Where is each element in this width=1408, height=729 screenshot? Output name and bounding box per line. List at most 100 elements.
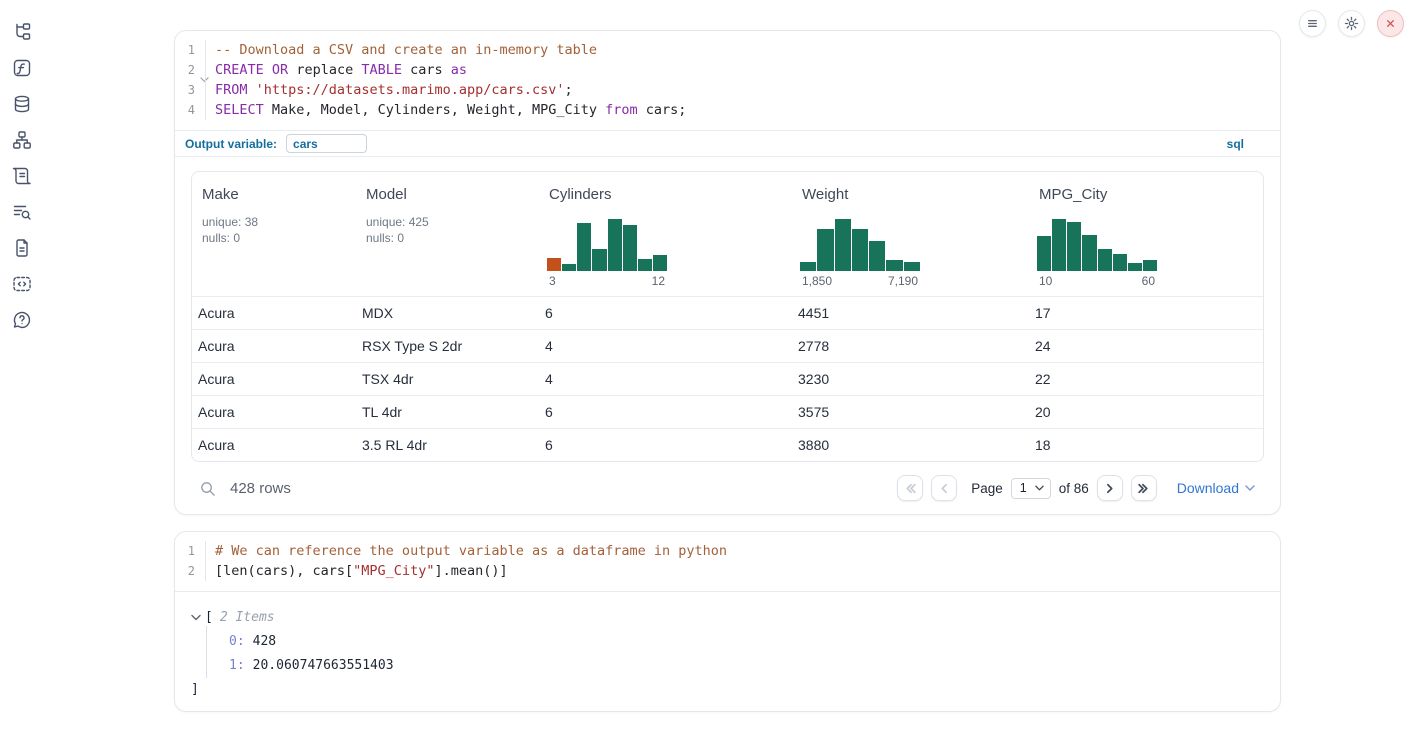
sql-code-editor[interactable]: 1-- Download a CSV and create an in-memo… <box>175 31 1280 131</box>
column-header-weight[interactable]: Weight1,8507,190 <box>792 172 1029 296</box>
histogram-bar <box>1113 254 1127 271</box>
column-histogram-cylinders[interactable]: 312 <box>547 219 667 288</box>
table-cell: 20 <box>1029 404 1264 420</box>
tree-open-bracket: [ <box>205 610 213 625</box>
histogram-bar <box>608 219 622 271</box>
histogram-bar <box>653 255 667 271</box>
sidebar-scroll-button[interactable] <box>12 166 32 186</box>
download-button[interactable]: Download <box>1177 480 1255 496</box>
code-text: [len(cars), cars["MPG_City"].mean()] <box>206 561 508 581</box>
histogram-bar <box>638 259 652 271</box>
table-row[interactable]: Acura3.5 RL 4dr6388018 <box>192 428 1263 461</box>
table-cell: Acura <box>192 437 356 453</box>
tree-entry-key: 0: <box>229 634 245 649</box>
language-badge: sql <box>1227 137 1244 151</box>
menu-button[interactable] <box>1299 10 1326 37</box>
sidebar-document-button[interactable] <box>12 238 32 258</box>
sidebar-database-button[interactable] <box>12 94 32 114</box>
histogram-bar <box>547 258 561 271</box>
document-icon <box>12 238 32 258</box>
histogram-bar <box>562 264 576 271</box>
tree-item-count: 2 Items <box>220 610 275 625</box>
code-snippet-icon <box>12 274 32 294</box>
histogram-bar <box>904 262 920 271</box>
hist-min-label: 3 <box>549 274 556 288</box>
column-header-model[interactable]: Modelunique: 425nulls: 0 <box>356 172 539 296</box>
table-cell: RSX Type S 2dr <box>356 338 539 354</box>
line-number: 4 <box>175 100 206 120</box>
table-header: Makeunique: 38nulls: 0Modelunique: 425nu… <box>192 172 1263 296</box>
column-header-mpg_city[interactable]: MPG_City1060 <box>1029 172 1264 296</box>
marimo-app: 1 -- Download a CSV and create an in-memo… <box>0 0 1408 729</box>
table-cell: 18 <box>1029 437 1264 453</box>
page-select[interactable]: 1 <box>1011 478 1051 499</box>
column-header-cylinders[interactable]: Cylinders312 <box>539 172 792 296</box>
output-variable-label: Output variable: <box>185 137 277 151</box>
histogram-bar <box>1067 222 1081 271</box>
column-title: Model <box>366 186 539 203</box>
chevron-down-icon <box>1035 485 1044 491</box>
next-page-button[interactable] <box>1097 475 1123 501</box>
column-title: Make <box>202 186 356 203</box>
table-cell: 3.5 RL 4dr <box>356 437 539 453</box>
table-cell: MDX <box>356 305 539 321</box>
column-header-make[interactable]: Makeunique: 38nulls: 0 <box>192 172 356 296</box>
gear-button[interactable] <box>1338 10 1365 37</box>
table-cell: 22 <box>1029 371 1264 387</box>
table-row[interactable]: AcuraTSX 4dr4323022 <box>192 362 1263 395</box>
table-cell: TL 4dr <box>356 404 539 420</box>
shutdown-icon <box>1382 15 1399 32</box>
shutdown-button[interactable] <box>1377 10 1404 37</box>
histogram-bar <box>852 229 868 271</box>
histogram-bar <box>1082 235 1096 271</box>
output-variable-input[interactable] <box>286 134 367 153</box>
column-stat: unique: 38 <box>202 214 356 230</box>
chevron-down-icon <box>1245 485 1255 491</box>
python-code-editor[interactable]: 1# We can reference the output variable … <box>175 532 1280 592</box>
prev-page-button[interactable] <box>931 475 957 501</box>
chevrons-right-icon <box>1137 482 1150 495</box>
sidebar-function-square-button[interactable] <box>12 58 32 78</box>
python-cell: 1# We can reference the output variable … <box>174 531 1281 712</box>
table-cell: Acura <box>192 371 356 387</box>
hist-min-label: 1,850 <box>802 274 832 288</box>
sidebar-help-bubble-button[interactable] <box>12 310 32 330</box>
sidebar-code-snippet-button[interactable] <box>12 274 32 294</box>
line-number: 2 <box>175 561 206 581</box>
search-icon[interactable] <box>199 480 216 497</box>
sidebar-search-list-button[interactable] <box>12 202 32 222</box>
histogram-bar <box>623 225 637 271</box>
histogram-bar <box>1128 263 1142 271</box>
table-footer: 428 rows Page 1 of 86 <box>191 470 1264 506</box>
first-page-button[interactable] <box>897 475 923 501</box>
chevrons-left-icon <box>904 482 917 495</box>
dependency-graph-icon <box>12 130 32 150</box>
code-line: 2CREATE OR replace TABLE cars as <box>175 60 1280 80</box>
table-row[interactable]: AcuraRSX Type S 2dr4277824 <box>192 329 1263 362</box>
histogram-bar <box>1143 260 1157 271</box>
histogram-bar <box>1052 219 1066 271</box>
column-stat: unique: 425 <box>366 214 539 230</box>
table-row[interactable]: AcuraMDX6445117 <box>192 296 1263 329</box>
code-text: -- Download a CSV and create an in-memor… <box>206 40 597 60</box>
table-cell: 3230 <box>792 371 1029 387</box>
column-histogram-mpg_city[interactable]: 1060 <box>1037 219 1157 288</box>
hist-min-label: 10 <box>1039 274 1052 288</box>
page-total: of 86 <box>1059 481 1089 496</box>
tree-entry: 0:428 <box>229 634 1280 649</box>
tree-collapse-icon[interactable] <box>191 614 201 621</box>
tree-close-bracket: ] <box>191 682 1280 697</box>
fold-indicator-icon[interactable] <box>200 68 209 74</box>
sidebar-dependency-graph-button[interactable] <box>12 130 32 150</box>
sidebar-file-tree-button[interactable] <box>12 22 32 42</box>
table-row[interactable]: AcuraTL 4dr6357520 <box>192 395 1263 428</box>
table-body: AcuraMDX6445117AcuraRSX Type S 2dr427782… <box>192 296 1263 461</box>
table-cell: 24 <box>1029 338 1264 354</box>
column-histogram-weight[interactable]: 1,8507,190 <box>800 219 920 288</box>
sql-cell-output: Makeunique: 38nulls: 0Modelunique: 425nu… <box>175 157 1280 506</box>
output-tree: [ 2 Items 0:428 1:20.060747663551403 ] <box>175 592 1280 697</box>
last-page-button[interactable] <box>1131 475 1157 501</box>
tree-entry: 1:20.060747663551403 <box>229 658 1280 673</box>
table-cell: Acura <box>192 404 356 420</box>
histogram-bar <box>869 241 885 271</box>
